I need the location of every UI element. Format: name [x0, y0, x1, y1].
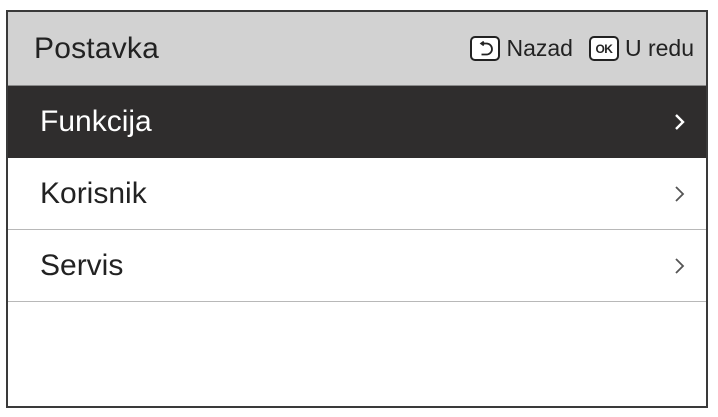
menu-item-label: Funkcija: [40, 104, 152, 138]
page-title: Postavka: [34, 31, 159, 65]
back-label: Nazad: [506, 35, 573, 61]
back-hint[interactable]: Nazad: [470, 35, 573, 62]
header-bar: Postavka Nazad OK U redu: [8, 12, 706, 86]
chevron-right-icon: [674, 256, 686, 276]
chevron-right-icon: [674, 184, 686, 204]
key-hints: Nazad OK U redu: [454, 35, 694, 62]
ok-icon-text: OK: [595, 41, 613, 56]
menu-item-label: Servis: [40, 248, 124, 282]
ok-hint[interactable]: OK U redu: [588, 35, 694, 62]
settings-menu: Funkcija Korisnik Servis: [8, 86, 706, 302]
back-icon: [470, 36, 501, 61]
ok-icon: OK: [588, 36, 619, 61]
menu-item-servis[interactable]: Servis: [8, 230, 706, 302]
menu-item-label: Korisnik: [40, 176, 147, 210]
settings-screen: Postavka Nazad OK U redu Funkcija Korisn…: [6, 10, 708, 408]
menu-item-funkcija[interactable]: Funkcija: [8, 86, 706, 158]
menu-item-korisnik[interactable]: Korisnik: [8, 158, 706, 230]
ok-label: U redu: [624, 35, 694, 61]
chevron-right-icon: [674, 112, 686, 132]
